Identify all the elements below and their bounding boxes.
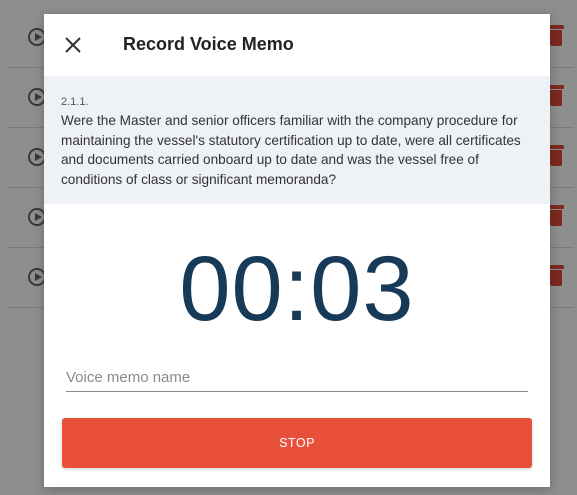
question-panel: 2.1.1. Were the Master and senior office… [44,76,550,204]
question-number: 2.1.1. [61,96,89,108]
record-voice-memo-dialog: Record Voice Memo 2.1.1. Were the Master… [44,14,550,487]
recording-timer: 00:03 [179,238,415,340]
trash-icon [548,205,564,227]
dialog-header: Record Voice Memo [44,14,550,76]
voice-memo-name-input[interactable] [66,366,528,392]
trash-icon [548,145,564,167]
trash-icon [548,85,564,107]
dialog-title: Record Voice Memo [123,34,294,54]
close-icon[interactable] [62,34,84,56]
trash-icon [548,25,564,47]
trash-icon [548,265,564,287]
question-text: Were the Master and senior officers fami… [61,113,521,187]
stop-button[interactable]: STOP [62,418,532,468]
